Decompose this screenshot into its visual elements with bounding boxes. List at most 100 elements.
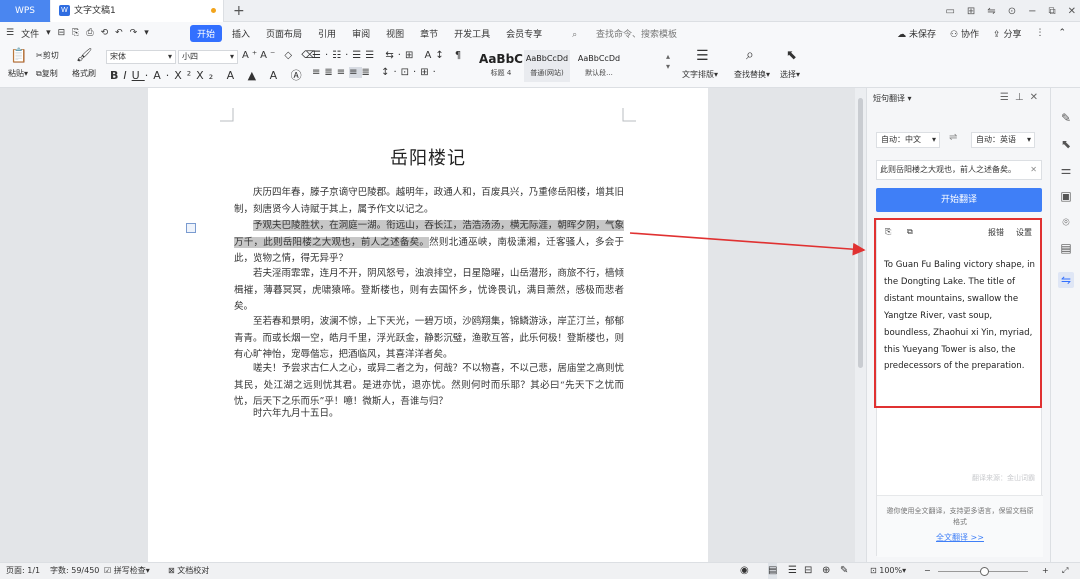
find-replace-button[interactable]: 查找替换▾ [734,69,770,80]
account-icon[interactable]: ⊙ [1008,6,1016,17]
page-indicator[interactable]: 页面: 1/1 [6,563,40,579]
customize-quick-icon[interactable]: ▾ [144,28,149,38]
scrollbar-thumb[interactable] [858,98,863,368]
document-tab[interactable]: W 文字文稿1 [51,0,224,22]
fullscreen-icon[interactable]: ⤢ [1062,563,1068,579]
clear-icon[interactable]: ✕ [1030,161,1037,179]
redo-icon[interactable]: ↷ [130,28,138,38]
location-icon[interactable]: ⌾ [1058,214,1074,230]
restore-button[interactable]: ⧉ [1048,6,1055,17]
underline-icon[interactable]: U [132,69,145,82]
document-check-icon[interactable]: ▣ [1058,188,1074,204]
font-size-select[interactable]: 小四 ▾ [178,50,238,64]
close-button[interactable]: ✕ [1068,6,1076,17]
text-layout-icon[interactable]: ☰ [696,48,709,64]
copy-button[interactable]: ⧉复制 [36,68,58,79]
tab-home[interactable]: 开始 [190,24,223,42]
page-view-icon[interactable]: ▤ [768,563,778,579]
cursor-icon[interactable]: ⬉ [786,48,797,63]
book-icon[interactable]: ▤ [1058,240,1074,256]
write-view-icon[interactable]: ✎ [840,563,848,579]
more-icon[interactable]: ⋮ [1035,28,1044,38]
unsaved-label: 未保存 [909,29,937,40]
share-button[interactable]: ⇪ 分享 [993,27,1021,40]
find-icon[interactable]: ⌕ [746,47,754,63]
document-title: 岳阳楼记 [390,148,466,169]
tab-insert[interactable]: 插入 [224,27,258,40]
align-row[interactable]: ≡≣≡≡≣ ↕·⊡·⊞· [312,67,440,78]
preview-icon[interactable]: ⟲ [101,28,109,38]
style-heading4[interactable]: AaBbC 标题 4 [478,50,524,82]
select-button[interactable]: 选择▾ [780,69,800,80]
zoom-in-icon[interactable]: + [1042,563,1049,579]
tab-section[interactable]: 章节 [412,27,446,40]
document-page[interactable]: 岳阳楼记 庆历四年春，滕子京谪守巴陵郡。越明年，政通人和，百废具兴，乃重修岳阳楼… [148,88,708,562]
layout-icon[interactable]: ▭ [945,6,954,17]
source-text-input[interactable]: 此则岳阳楼之大观也，前人之述备矣。 ✕ [876,160,1042,180]
hamburger-icon[interactable]: ☰ [6,28,14,38]
format-painter-button[interactable]: 格式刷 [72,68,96,79]
swap-languages-icon[interactable]: ⇌ [949,132,957,143]
bold-icon[interactable]: B [110,69,123,82]
close-icon[interactable]: ✕ [1030,92,1044,103]
tab-membership[interactable]: 会员专享 [498,27,550,40]
spell-check[interactable]: ☑ 拼写检查▾ [104,563,150,579]
unsaved-status[interactable]: ☁ 未保存 [897,27,936,40]
new-tab-button[interactable]: + [233,0,245,22]
zoom-out-icon[interactable]: − [924,563,931,579]
brush-icon[interactable]: 🖌 [76,48,93,63]
web-view-icon[interactable]: ⊕ [822,563,830,579]
italic-icon[interactable]: I [123,69,131,82]
paste-icon[interactable]: 📋 [10,48,27,64]
paragraph-handle-icon[interactable] [186,223,196,233]
word-count[interactable]: 字数: 59/450 [50,563,99,579]
tab-references[interactable]: 引用 [310,27,344,40]
outline-view-icon[interactable]: ☰ [788,563,797,579]
source-language-select[interactable]: 自动：中文 ▾ [876,132,940,148]
wps-home-tab[interactable]: WPS [0,0,50,22]
zoom-slider-knob[interactable] [980,567,989,576]
undo-icon[interactable]: ↶ [115,28,123,38]
list-format-row[interactable]: ☰·☷·☰☰ ⇆·⊞ A↕ ¶ [312,50,465,61]
collapse-ribbon-icon[interactable]: ⌃ [1058,28,1066,38]
command-search[interactable]: ⌕ 查找命令、搜索模板 [556,27,693,40]
target-language-select[interactable]: 自动：英语 ▾ [971,132,1035,148]
sliders-icon[interactable]: ⚌ [1058,162,1074,178]
file-menu[interactable]: 文件 [21,27,39,40]
panel-title[interactable]: 短句翻译 ▾ [873,93,912,104]
vertical-scrollbar[interactable] [855,88,866,562]
style-default-paragraph[interactable]: AaBbCcDd 默认段... [572,50,626,82]
document-proofread[interactable]: ⊠ 文档校对 [168,563,209,579]
share-network-icon[interactable]: ⇋ [987,6,995,17]
paragraph-2: 予观夫巴陵胜状，在洞庭一湖。衔远山，吞长江，浩浩汤汤，横无际涯，朝晖夕阴，气象万… [234,218,624,268]
translate-icon[interactable]: ⇋ [1058,272,1074,288]
eye-icon[interactable]: ◉ [740,563,749,579]
minimize-button[interactable]: − [1028,6,1036,17]
tab-page-layout[interactable]: 页面布局 [258,27,310,40]
zoom-level[interactable]: ⊡ 100%▾ [870,563,906,579]
read-view-icon[interactable]: ⊟ [804,563,812,579]
font-format-row[interactable]: BIU·A·X²X₂ A ▲ A Ⓐ [110,67,307,83]
text-layout-button[interactable]: 文字排版▾ [682,69,718,80]
file-menu-chevron-icon[interactable]: ▾ [46,28,51,38]
tab-view[interactable]: 视图 [378,27,412,40]
pin-icon[interactable]: ⊥ [1015,92,1030,103]
tab-developer[interactable]: 开发工具 [446,27,498,40]
styles-scroll-icon[interactable]: ▴ ▾ [666,52,670,72]
paste-button[interactable]: 粘贴▾ [8,68,28,79]
grid-icon[interactable]: ⊞ [967,6,975,17]
export-icon[interactable]: ⎘ [72,28,79,38]
menu-icon[interactable]: ☰ [1000,92,1015,103]
style-normal-web[interactable]: AaBbCcDd 普通(网站) [524,50,570,82]
pointer-icon[interactable]: ⬉ [1058,136,1074,152]
save-icon[interactable]: ⊟ [58,28,66,38]
font-name-select[interactable]: 宋体 ▾ [106,50,176,64]
pen-icon[interactable]: ✎ [1058,110,1074,126]
full-translation-link[interactable]: 全文翻译 >> [885,532,1035,543]
tab-review[interactable]: 审阅 [344,27,378,40]
font-size-adjust[interactable]: A⁺A⁻ ◇ ⌫ [242,50,318,61]
cut-button[interactable]: ✂剪切 [36,50,59,61]
collaborate-button[interactable]: ⚇ 协作 [950,27,979,40]
start-translate-button[interactable]: 开始翻译 [876,188,1042,212]
print-icon[interactable]: ⎙ [86,28,93,38]
